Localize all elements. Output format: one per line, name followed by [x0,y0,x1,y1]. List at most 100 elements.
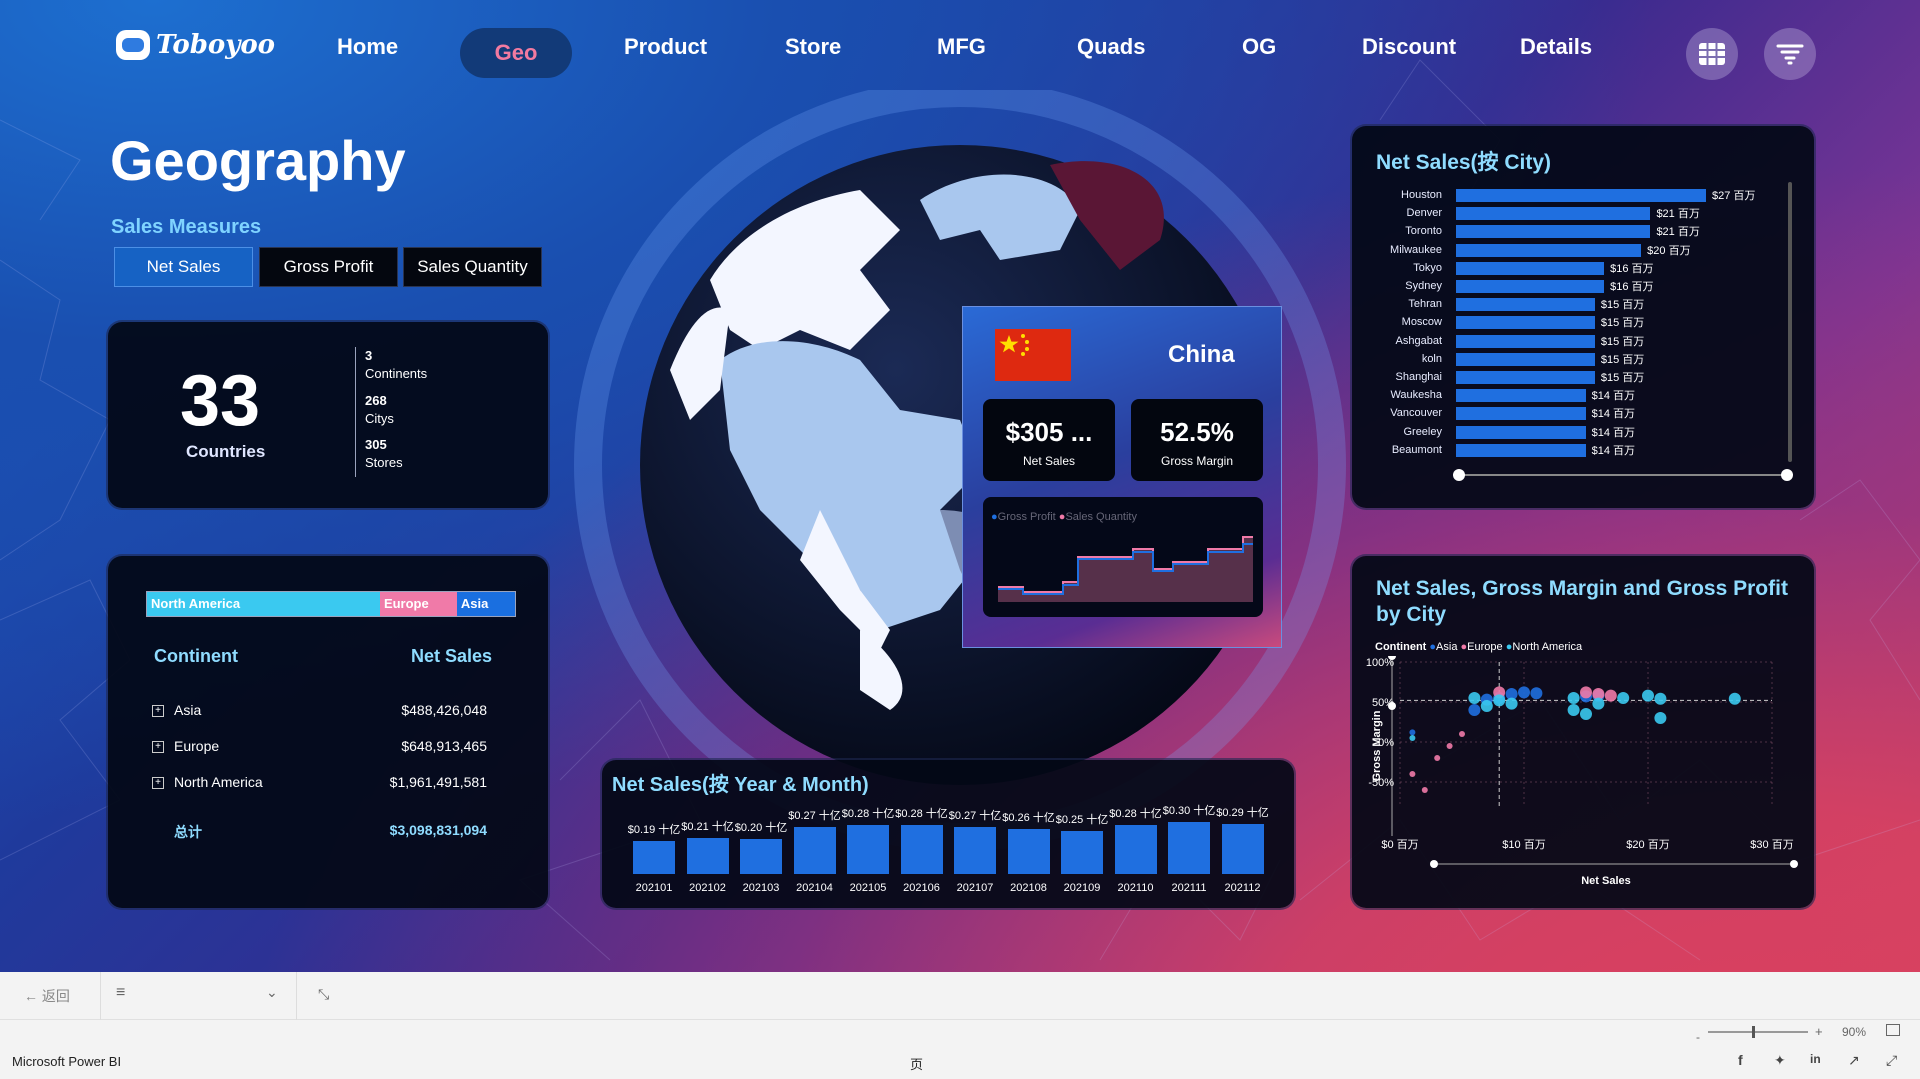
fullscreen-icon[interactable]: ⤢ [1886,1052,1897,1069]
scatter-point[interactable] [1468,704,1481,716]
slider-handle[interactable] [1388,702,1396,710]
city-bar-row[interactable]: Houston $27 百万 [1352,188,1792,206]
col-header-net-sales[interactable]: Net Sales [411,646,492,667]
slider-handle[interactable] [1781,469,1793,481]
city-bar[interactable] [1456,225,1651,239]
scatter-point[interactable] [1530,687,1543,700]
expand-icon[interactable]: + [152,741,164,753]
month-bar[interactable] [954,827,996,874]
city-bar-row[interactable]: Greeley $14 百万 [1352,425,1792,443]
scatter-point[interactable] [1567,704,1580,716]
nav-mfg[interactable]: MFG [937,34,986,60]
nav-quads[interactable]: Quads [1077,34,1145,60]
expand-icon[interactable]: + [152,777,164,789]
city-bar[interactable] [1456,261,1605,275]
scatter-point[interactable] [1567,692,1580,704]
twitter-icon[interactable]: ✦ [1774,1052,1786,1069]
city-bar[interactable] [1456,243,1642,257]
scatter-point[interactable] [1617,692,1630,704]
zoom-in-button[interactable]: + [1815,1024,1823,1039]
stack-segment-europe[interactable]: Europe [379,592,457,616]
month-bar[interactable] [1168,822,1210,874]
city-bar-row[interactable]: Tehran $15 百万 [1352,297,1792,315]
slider-handle[interactable] [1453,469,1465,481]
scatter-point[interactable] [1446,743,1453,749]
city-bar-row[interactable]: Vancouver $14 百万 [1352,406,1792,424]
city-bar-row[interactable]: Ashgabat $15 百万 [1352,334,1792,352]
city-bar-row[interactable]: Milwaukee $20 百万 [1352,243,1792,261]
grid-icon[interactable] [1686,28,1738,80]
city-bar-row[interactable]: Toronto $21 百万 [1352,224,1792,242]
city-bar[interactable] [1456,316,1595,330]
fit-page-icon[interactable] [1886,1024,1900,1036]
collapse-icon[interactable]: ⤡ [318,986,329,1003]
month-bar[interactable] [900,825,943,874]
col-header-continent[interactable]: Continent [154,646,238,667]
city-bar-chart[interactable]: Houston $27 百万 Denver $21 百万 Toronto $21 百万 Mi… [1352,188,1792,468]
month-bar[interactable] [740,839,782,874]
table-row[interactable]: + Asia $488,426,048 [152,702,487,722]
scatter-point[interactable] [1580,708,1592,720]
chevron-down-icon[interactable]: ⌄ [266,984,278,1001]
scatter-point[interactable] [1434,755,1441,761]
slider-handle[interactable] [1430,860,1438,868]
expand-icon[interactable]: + [152,705,164,717]
back-button[interactable]: ← 返回 [24,986,70,1006]
scatter-point[interactable] [1493,694,1506,707]
nav-og[interactable]: OG [1242,34,1276,60]
share-icon[interactable]: ↗ [1848,1052,1860,1069]
scatter-point[interactable] [1409,729,1416,736]
scatter-point[interactable] [1468,692,1481,704]
scatter-point[interactable] [1518,686,1530,699]
scatter-point[interactable] [1654,712,1667,724]
city-bar-row[interactable]: Waukesha $14 百万 [1352,388,1792,406]
scatter-point[interactable] [1421,787,1428,793]
city-bar[interactable] [1456,189,1706,202]
city-bar[interactable] [1456,443,1586,457]
month-bar[interactable] [1221,823,1264,874]
scatter-point[interactable] [1480,700,1493,712]
city-bar-row[interactable]: Shanghai $15 百万 [1352,370,1792,388]
city-bar[interactable] [1456,425,1586,439]
linkedin-icon[interactable]: in [1810,1052,1821,1066]
city-bar[interactable] [1456,352,1595,366]
scatter-point[interactable] [1409,735,1416,741]
nav-details[interactable]: Details [1520,34,1592,60]
city-bar-row[interactable]: Sydney $16 百万 [1352,279,1792,297]
scatter-plot[interactable]: 100%50%0%-50%$0 百万 $10 百万 $20 百万 $30 百万Net … [1352,656,1814,896]
zoom-out-button[interactable]: - [1696,1030,1700,1044]
city-bar[interactable] [1456,334,1595,348]
month-bar[interactable] [1114,825,1157,874]
scatter-point[interactable] [1409,771,1416,777]
month-bar[interactable] [847,825,889,874]
stack-segment-north-america[interactable]: North America [147,592,380,616]
table-row[interactable]: + North America $1,961,491,581 [152,774,487,794]
month-bar[interactable] [633,841,675,874]
measure-gross-profit-button[interactable]: Gross Profit [259,247,398,287]
scatter-point[interactable] [1728,692,1741,705]
page-list-icon[interactable]: ≡ [116,984,125,1002]
nav-store[interactable]: Store [785,34,841,60]
city-scrollbar[interactable] [1788,182,1792,462]
nav-geo[interactable]: Geo [460,28,572,78]
city-bar[interactable] [1456,207,1651,221]
city-bar-row[interactable]: Denver $21 百万 [1352,206,1792,224]
city-bar[interactable] [1456,371,1595,384]
city-bar[interactable] [1456,298,1595,312]
month-bar[interactable] [686,837,729,874]
scatter-point[interactable] [1642,689,1654,702]
stack-segment-asia[interactable]: Asia [456,592,515,616]
month-bar[interactable] [1061,830,1103,874]
china-trend-chart[interactable]: ●Gross Profit ●Sales Quantity [983,497,1263,617]
city-zoom-slider[interactable] [1453,469,1793,481]
nav-product[interactable]: Product [624,34,707,60]
zoom-slider-thumb[interactable] [1752,1026,1755,1038]
continent-stacked-bar[interactable]: North America Europe Asia [146,591,516,617]
measure-sales-quantity-button[interactable]: Sales Quantity [403,247,542,287]
facebook-icon[interactable]: f [1738,1052,1743,1068]
country-popup[interactable]: China $305 ... Net Sales 52.5% Gross Margi… [962,306,1282,648]
month-bar[interactable] [793,827,836,874]
city-bar-row[interactable]: Moscow $15 百万 [1352,315,1792,333]
brand-logo[interactable]: Toboyoo [116,30,275,60]
nav-home[interactable]: Home [337,34,398,60]
